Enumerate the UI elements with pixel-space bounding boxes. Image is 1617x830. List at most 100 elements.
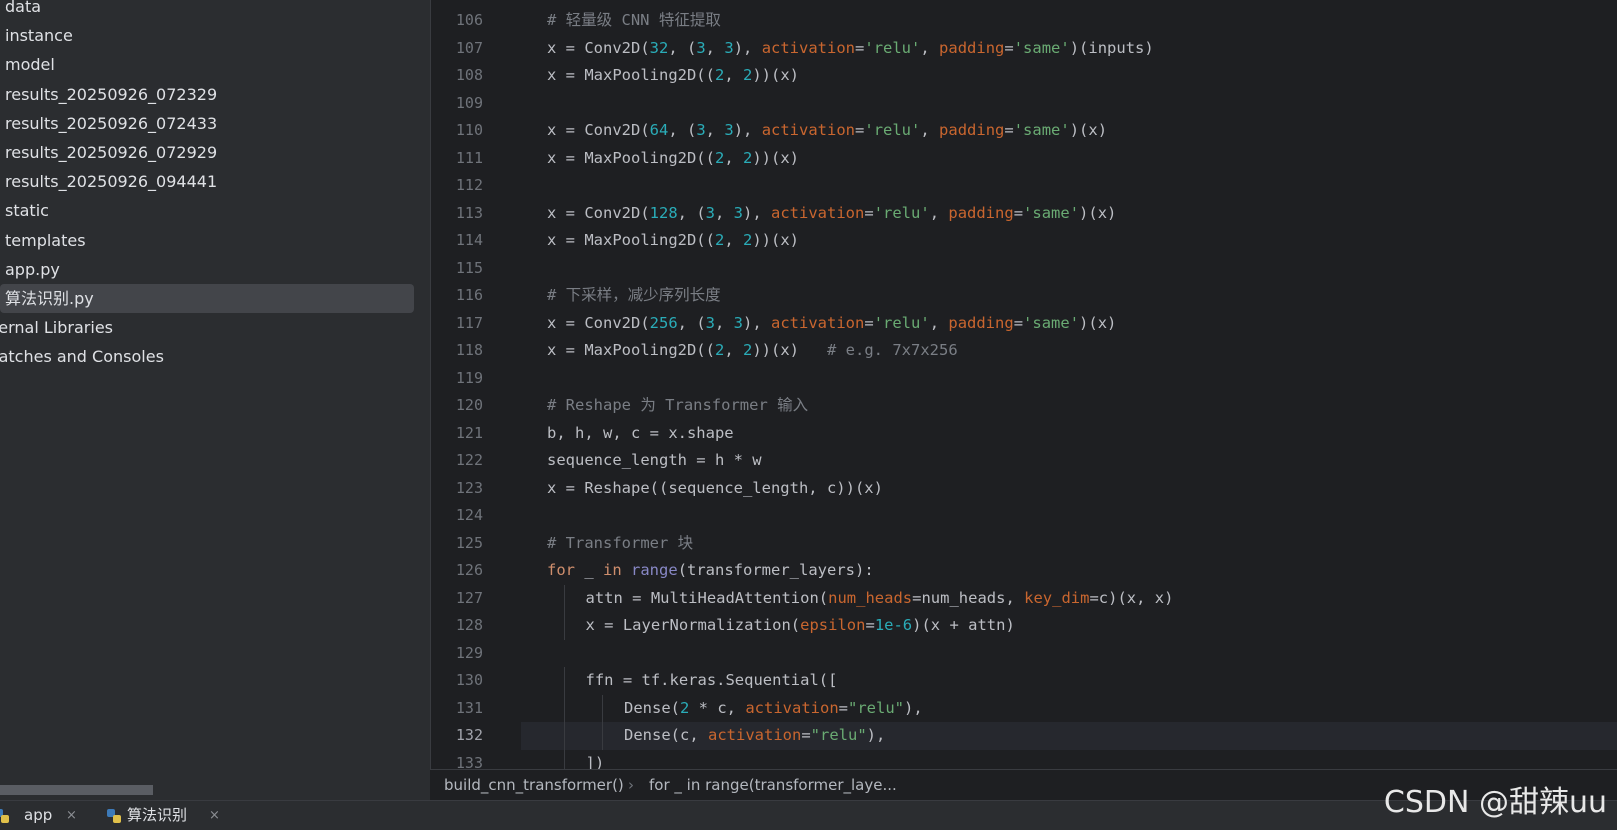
code-line[interactable] bbox=[521, 502, 1617, 530]
horizontal-scrollbar[interactable] bbox=[0, 785, 430, 795]
code-line[interactable]: # Transformer 块 bbox=[521, 530, 1617, 558]
code-line[interactable]: x = Conv2D(32, (3, 3), activation='relu'… bbox=[521, 35, 1617, 63]
code-token: ))(x) bbox=[752, 66, 800, 84]
code-text: for _ in range(transformer_layers): bbox=[547, 557, 874, 585]
line-number: 127 bbox=[455, 588, 483, 607]
code-token: activation bbox=[708, 726, 802, 744]
code-line[interactable]: x = Conv2D(128, (3, 3), activation='relu… bbox=[521, 200, 1617, 228]
tree-item[interactable]: 算法识别.py bbox=[0, 284, 414, 313]
code-token: 2 bbox=[714, 148, 725, 167]
watermark: CSDN @甜辣uu bbox=[1383, 785, 1607, 820]
code-text: # 轻量级 CNN 特征提取 bbox=[547, 7, 721, 35]
code-line[interactable]: for _ in range(transformer_layers): bbox=[521, 557, 1617, 585]
code-token: , bbox=[929, 313, 949, 332]
code-token: = bbox=[801, 726, 811, 744]
code-token: activation bbox=[761, 121, 856, 139]
indent-guide bbox=[602, 694, 603, 722]
code-token: =c)(x, x) bbox=[1089, 588, 1174, 607]
code-token: 32 bbox=[649, 38, 669, 57]
tree-item-label: results_20250926_072329 bbox=[5, 84, 218, 104]
code-token: x = Conv2D( bbox=[547, 313, 650, 332]
code-line[interactable]: x = MaxPooling2D((2, 2))(x) # e.g. 7x7x2… bbox=[521, 337, 1617, 365]
close-icon[interactable]: × bbox=[66, 801, 77, 830]
line-number: 113 bbox=[455, 203, 483, 222]
line-number: 114 bbox=[455, 231, 483, 249]
tree-item-label: instance bbox=[5, 26, 73, 46]
code-line[interactable]: ]) bbox=[521, 749, 1617, 769]
line-number: 109 bbox=[455, 93, 483, 112]
code-text: attn = MultiHeadAttention(num_heads=num_… bbox=[586, 585, 1174, 613]
tree-item-label: static bbox=[5, 201, 49, 221]
code-line[interactable] bbox=[521, 640, 1617, 668]
line-number: 131 bbox=[455, 698, 483, 717]
code-line[interactable]: sequence_length = h * w bbox=[521, 447, 1617, 475]
breadcrumb-block[interactable]: for _ in range(transformer_laye... bbox=[649, 770, 897, 801]
code-token: "relu" bbox=[848, 698, 905, 717]
tab-algorithm[interactable]: 算法识别 × bbox=[106, 801, 226, 830]
code-line[interactable] bbox=[521, 255, 1617, 283]
code-token: padding bbox=[948, 313, 1014, 332]
python-file-icon bbox=[0, 809, 9, 823]
code-token: _ bbox=[575, 561, 603, 579]
code-text: x = Conv2D(256, (3, 3), activation='relu… bbox=[547, 310, 1116, 338]
code-token: x = Conv2D( bbox=[547, 121, 650, 139]
code-line[interactable]: ffn = tf.keras.Sequential([ bbox=[521, 667, 1617, 695]
project-tool-window: data instance model results_20250926_072329… bbox=[0, 0, 430, 800]
code-line[interactable]: attn = MultiHeadAttention(num_heads=num_… bbox=[521, 584, 1617, 613]
code-token: , bbox=[724, 341, 743, 359]
code-text: Dense(c, activation="relu"), bbox=[624, 722, 885, 750]
code-token: padding bbox=[939, 38, 1005, 57]
code-line[interactable]: # 下采样，减少序列长度 bbox=[521, 282, 1617, 310]
code-token: , bbox=[724, 231, 743, 249]
code-token: x = Conv2D( bbox=[547, 38, 650, 57]
code-token: , ( bbox=[677, 313, 706, 332]
code-editor[interactable]: 106 107 108 109 110 111 112 113 114 115 116 117 118 1… bbox=[430, 0, 1617, 769]
code-token: activation bbox=[771, 313, 865, 332]
code-text: x = Conv2D(128, (3, 3), activation='relu… bbox=[547, 200, 1116, 228]
line-number: 112 bbox=[455, 176, 483, 194]
code-line[interactable]: x = Conv2D(256, (3, 3), activation='relu… bbox=[521, 310, 1617, 338]
indent-guide bbox=[563, 612, 565, 640]
line-number: 106 bbox=[455, 11, 483, 29]
code-token: 'same' bbox=[1013, 121, 1070, 139]
code-line[interactable]: x = MaxPooling2D((2, 2))(x) bbox=[521, 145, 1617, 173]
code-line[interactable] bbox=[521, 172, 1617, 200]
tab-app[interactable]: app × bbox=[0, 801, 90, 830]
code-line[interactable]: x = Conv2D(64, (3, 3), activation='relu'… bbox=[521, 117, 1617, 145]
close-icon[interactable]: × bbox=[209, 801, 220, 830]
code-token: 'same' bbox=[1013, 38, 1070, 57]
code-line[interactable] bbox=[521, 365, 1617, 393]
code-token: 'relu' bbox=[864, 38, 921, 57]
tree-item-label: results_20250926_094441 bbox=[5, 172, 218, 192]
code-token: )(x) bbox=[1079, 203, 1117, 222]
code-line[interactable]: # 轻量级 CNN 特征提取 bbox=[521, 7, 1617, 35]
breadcrumb-function[interactable]: build_cnn_transformer() bbox=[444, 770, 624, 801]
code-line[interactable]: Dense(2 * c, activation="relu"), bbox=[521, 694, 1617, 722]
code-line[interactable]: # Reshape 为 Transformer 输入 bbox=[521, 392, 1617, 420]
code-line[interactable]: Dense(c, activation="relu"), bbox=[521, 722, 1617, 750]
code-token: 'relu' bbox=[864, 121, 921, 139]
code-line[interactable] bbox=[521, 90, 1617, 118]
code-token: # e.g. 7x7x256 bbox=[827, 341, 958, 359]
code-line[interactable]: x = MaxPooling2D((2, 2))(x) bbox=[521, 227, 1617, 255]
code-token: range bbox=[631, 561, 678, 579]
code-line[interactable]: x = LayerNormalization(epsilon=1e-6)(x +… bbox=[521, 612, 1617, 640]
code-token: , bbox=[715, 203, 734, 222]
code-token: ))(x) bbox=[752, 341, 827, 359]
code-line[interactable]: b, h, w, c = x.shape bbox=[521, 420, 1617, 448]
tree-item-label: model bbox=[5, 55, 55, 75]
code-token: 3 bbox=[724, 121, 734, 139]
code-token: 2 bbox=[743, 66, 753, 84]
code-line[interactable]: x = MaxPooling2D((2, 2))(x) bbox=[521, 62, 1617, 90]
tree-item-label: results_20250926_072929 bbox=[5, 143, 218, 162]
line-number: 118 bbox=[455, 341, 483, 359]
code-line[interactable]: x = Reshape((sequence_length, c))(x) bbox=[521, 475, 1617, 503]
code-token: sequence_length = h * w bbox=[547, 451, 762, 469]
line-number: 108 bbox=[455, 66, 483, 84]
scrollbar-thumb[interactable] bbox=[0, 785, 153, 795]
code-token: = bbox=[865, 616, 875, 634]
code-token: )(inputs) bbox=[1069, 38, 1154, 57]
code-token: = bbox=[864, 313, 874, 332]
code-token: activation bbox=[761, 38, 856, 57]
